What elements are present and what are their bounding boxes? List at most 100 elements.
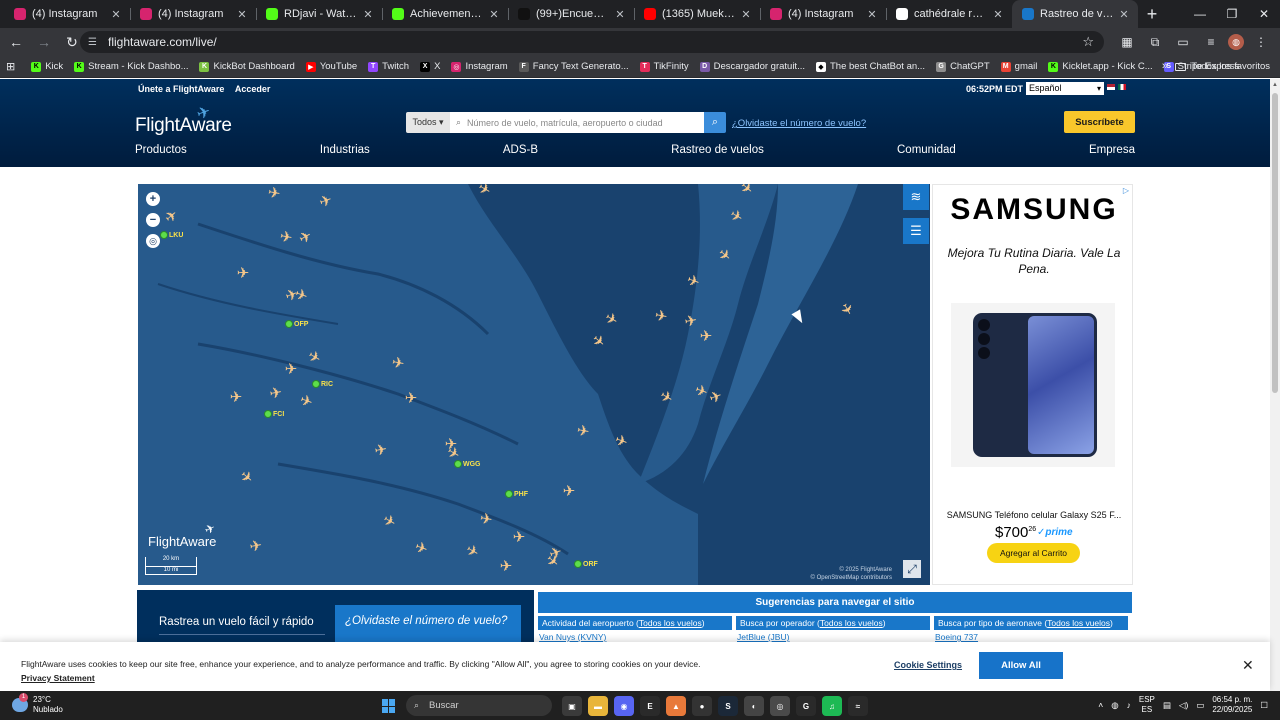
nav-item[interactable]: Empresa (1089, 144, 1135, 156)
cast-icon[interactable]: ▭ (1172, 31, 1194, 53)
more-bookmarks-icon[interactable]: » (1162, 60, 1168, 72)
aircraft-icon[interactable]: ✈ (235, 266, 251, 282)
airport-marker[interactable]: FCI (264, 410, 284, 418)
close-tab-icon[interactable]: ✕ (866, 8, 878, 21)
aircraft-icon[interactable]: ✈ (267, 384, 286, 404)
flight-search-input[interactable]: ⌕ Número de vuelo, matrícula, aeropuerto… (450, 112, 704, 133)
aircraft-icon[interactable]: ✈ (574, 422, 593, 442)
close-window-icon[interactable]: ✕ (1248, 0, 1280, 28)
close-tab-icon[interactable]: ✕ (362, 8, 374, 21)
network-icon[interactable]: ▤ (1163, 700, 1171, 711)
samsung-ad[interactable]: ▷ SAMSUNG Mejora Tu Rutina Diaria. Vale … (932, 184, 1133, 585)
obs-icon[interactable]: ● (692, 696, 712, 716)
close-tab-icon[interactable]: ✕ (488, 8, 500, 21)
search-type-select[interactable]: Todos ▾ (406, 112, 450, 133)
mx-flag-icon[interactable] (1118, 84, 1126, 90)
bookmark-item[interactable]: K KickBot Dashboard (199, 61, 295, 72)
app-icon[interactable]: ◐ (744, 696, 764, 716)
close-tab-icon[interactable]: ✕ (992, 8, 1004, 21)
taskbar-search[interactable]: ⌕ Buscar (406, 695, 552, 716)
bookmark-item[interactable]: D Descargador gratuit... (699, 61, 805, 72)
bookmark-item[interactable]: T TikFinity (639, 61, 689, 72)
bookmark-item[interactable]: T Twitch (368, 61, 409, 72)
fullscreen-icon[interactable]: ⤢ (903, 560, 921, 578)
input-language[interactable]: ESP ES (1139, 695, 1155, 715)
forgot-flight-link[interactable]: ¿Olvidaste el número de vuelo? (732, 118, 866, 129)
aircraft-icon[interactable]: ✈ (283, 362, 299, 378)
back-icon[interactable]: ← (4, 30, 28, 54)
weather-widget[interactable]: 1 23°C Nublado (12, 693, 63, 715)
all-flights-link[interactable]: Todos los vuelos (1047, 618, 1110, 628)
browser-tab[interactable]: (4) Instagram ✕ (4, 0, 130, 28)
maximize-icon[interactable]: ❐ (1216, 0, 1248, 28)
airport-marker[interactable]: WGG (454, 460, 481, 468)
close-banner-icon[interactable]: ✕ (1242, 657, 1254, 674)
nav-item[interactable]: ADS-B (503, 144, 538, 156)
aircraft-icon[interactable]: ✈ (389, 354, 408, 374)
bookmark-star-icon[interactable]: ☆ (1082, 34, 1094, 50)
layers-icon[interactable]: ≋ (903, 184, 929, 210)
site-info-icon[interactable]: ☰ (88, 37, 102, 48)
browser-tab[interactable]: cathédrale restaurant ✕ (886, 0, 1012, 28)
phone-image[interactable] (951, 303, 1115, 467)
extension-icon[interactable]: ▦ (1116, 31, 1138, 53)
browser-tab[interactable]: Achievements - Kick Dashboard ✕ (382, 0, 508, 28)
epic-games-icon[interactable]: E (640, 696, 660, 716)
add-to-cart-button[interactable]: Agregar al Carrito (987, 543, 1080, 563)
file-explorer-icon[interactable]: ▬ (588, 696, 608, 716)
bookmark-item[interactable]: K Kicklet.app - Kick C... (1048, 61, 1153, 72)
address-bar[interactable]: ☰ flightaware.com/live/ ☆ (80, 31, 1104, 53)
bookmark-item[interactable]: ◎ Instagram (451, 61, 508, 72)
all-flights-link[interactable]: Todos los vuelos (639, 618, 702, 628)
browser-tab[interactable]: Rastreo de vuelos en vivo ✕ (1012, 0, 1138, 28)
profile-avatar[interactable]: ◍ (1228, 34, 1244, 50)
privacy-statement-link[interactable]: Privacy Statement (21, 673, 95, 683)
tray-overflow-icon[interactable]: ˄ (1098, 700, 1103, 710)
us-flag-icon[interactable] (1107, 84, 1115, 90)
logitech-icon[interactable]: G (796, 696, 816, 716)
airport-marker[interactable]: LKU (160, 231, 183, 239)
bookmark-item[interactable]: K Kick (31, 61, 63, 72)
flightaware-logo[interactable]: FlightAware ✈ (135, 103, 232, 137)
browser-tab[interactable]: (4) Instagram ✕ (760, 0, 886, 28)
close-tab-icon[interactable]: ✕ (740, 8, 752, 21)
spotify-icon[interactable]: ♫ (822, 696, 842, 716)
bookmark-item[interactable]: ◆ The best ChatBot an... (816, 61, 925, 72)
nav-item[interactable]: Industrias (320, 144, 370, 156)
page-scrollbar[interactable]: ▲ (1270, 79, 1280, 691)
aircraft-icon[interactable]: ✈ (561, 484, 577, 500)
browser-tab[interactable]: (4) Instagram ✕ (130, 0, 256, 28)
scroll-up-icon[interactable]: ▲ (1272, 82, 1278, 88)
battery-icon[interactable]: ▭ (1196, 700, 1204, 711)
suggestion-link[interactable]: Van Nuys (KVNY) (538, 632, 736, 642)
steam-icon[interactable]: S (718, 696, 738, 716)
aircraft-icon[interactable]: ✈ (403, 391, 419, 407)
bookmark-item[interactable]: F Fancy Text Generato... (518, 61, 629, 72)
cookie-settings-button[interactable]: Cookie Settings (894, 660, 962, 670)
airport-marker[interactable]: ORF (574, 560, 598, 568)
bookmark-item[interactable]: Mgmail (1000, 61, 1037, 72)
taskbar-clock[interactable]: 06:54 p. m. 22/09/2025 (1212, 695, 1252, 715)
extensions-puzzle-icon[interactable]: ⧉ (1144, 31, 1166, 53)
aircraft-icon[interactable]: ✈ (228, 390, 244, 406)
subscribe-button[interactable]: Suscríbete (1064, 111, 1135, 133)
locate-icon[interactable]: ◎ (146, 234, 160, 248)
aircraft-icon[interactable]: ✈ (498, 559, 514, 575)
tray-app-icon[interactable]: ◍ (1111, 700, 1118, 711)
nav-item[interactable]: Comunidad (897, 144, 956, 156)
bookmark-item[interactable]: ▶ YouTube (305, 61, 357, 72)
apps-grid-icon[interactable]: ⊞ (6, 60, 15, 73)
notifications-icon[interactable]: ☐ (1260, 700, 1268, 711)
reading-list-icon[interactable]: ≡ (1200, 31, 1222, 53)
all-flights-link[interactable]: Todos los vuelos (820, 618, 883, 628)
chrome-icon[interactable]: ◎ (770, 696, 790, 716)
close-tab-icon[interactable]: ✕ (614, 8, 626, 21)
osm-attribution[interactable]: © OpenStreetMap contributors (811, 574, 892, 582)
login-link[interactable]: Acceder (235, 84, 271, 94)
live-flight-map[interactable]: + − ◎ ≋ ☰ ✈ ✈ ✈ ✈ ✈ ✈ ✈ ✈ ✈ ✈ ✈ ✈ ✈ ✈ ✈ ✈ ✈ ✈ ✈ ✈ ✈ ✈ ✈ ✈ ✈ ✈ ✈ ✈ ✈ ✈… (138, 184, 930, 585)
browser-tab[interactable]: RDjavi - Watch the VOD ✕ (256, 0, 382, 28)
bookmark-item[interactable]: G ChatGPT (936, 61, 990, 72)
close-tab-icon[interactable]: ✕ (236, 8, 248, 21)
task-view-icon[interactable]: ▣ (562, 696, 582, 716)
browser-tab[interactable]: (99+)Encuentra 'javi le... ✕ (508, 0, 634, 28)
